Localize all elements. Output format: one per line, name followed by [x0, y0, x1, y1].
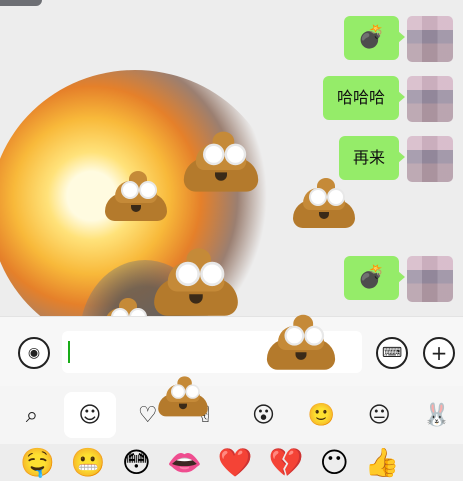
- emoji-item[interactable]: ❤️: [218, 446, 253, 479]
- voice-icon: ◉: [27, 345, 41, 361]
- emoji-item[interactable]: 💔: [269, 446, 304, 479]
- tab-more-stickers[interactable]: 🐰: [411, 392, 463, 438]
- tab-gesture-stickers[interactable]: ✌: [180, 392, 232, 438]
- keyboard-icon: ⌨: [381, 345, 403, 361]
- emoji-item[interactable]: 👄: [167, 446, 202, 479]
- voice-button[interactable]: ◉: [18, 337, 50, 369]
- poop-sticker: [105, 165, 167, 221]
- keyboard-button[interactable]: ⌨: [376, 337, 408, 369]
- tab-pack-stickers[interactable]: 😐: [353, 392, 405, 438]
- tab-search[interactable]: ⌕: [6, 392, 58, 438]
- message-bubble[interactable]: 哈哈哈: [322, 76, 406, 120]
- emoji-item[interactable]: 😶: [320, 446, 349, 479]
- mascot-sticker-icon: 🙂: [307, 402, 336, 428]
- emoji-panel-tabs: ⌕ ☺ ♡ ✌ 😮 🙂 😐 🐰: [0, 376, 463, 444]
- text-caret: [68, 341, 70, 363]
- avatar[interactable]: [407, 136, 453, 182]
- emoji-item[interactable]: 👍: [365, 446, 400, 479]
- plus-icon: +: [430, 341, 448, 365]
- emoji-item[interactable]: 😬: [71, 446, 106, 479]
- chat-area: 💣 哈哈哈 再来 💣: [0, 0, 463, 316]
- input-bar: ◉ ⌨ +: [0, 314, 463, 387]
- bomb-icon: 💣: [357, 25, 385, 50]
- message-input[interactable]: [62, 331, 362, 373]
- tab-emoji[interactable]: ☺: [63, 392, 116, 438]
- tab-favorites[interactable]: ♡: [122, 392, 174, 438]
- bomb-icon: 💣: [357, 265, 385, 290]
- add-button[interactable]: +: [423, 337, 455, 369]
- more-sticker-icon: 🐰: [423, 402, 451, 428]
- search-icon: ⌕: [25, 402, 39, 428]
- avatar[interactable]: [407, 16, 453, 62]
- heart-icon: ♡: [137, 402, 158, 428]
- emoji-item[interactable]: 🤤: [20, 446, 55, 479]
- poop-sticker: [154, 240, 238, 316]
- message-bubble[interactable]: 再来: [338, 136, 406, 180]
- smiley-sticker-icon: 😮: [251, 402, 275, 428]
- tab-mascot-stickers[interactable]: 🙂: [295, 392, 347, 438]
- smoke-effect: [80, 260, 210, 316]
- message-text: 再来: [352, 148, 385, 167]
- avatar[interactable]: [407, 256, 453, 302]
- message-row-4: 💣: [343, 256, 453, 302]
- avatar[interactable]: [407, 76, 453, 122]
- message-row-2: 哈哈哈: [322, 76, 453, 122]
- message-row-1: 💣: [343, 16, 453, 62]
- message-bubble[interactable]: 💣: [343, 256, 406, 300]
- tab-smiley-stickers[interactable]: 😮: [238, 392, 290, 438]
- emoji-item[interactable]: 😳: [122, 446, 151, 479]
- message-bubble[interactable]: 💣: [343, 16, 406, 60]
- poop-sticker: [95, 292, 157, 316]
- emoji-row: 🤤 😬 😳 👄 ❤️ 💔 😶 👍: [0, 444, 463, 481]
- avatar: [0, 0, 42, 6]
- message-text: 哈哈哈: [336, 88, 385, 107]
- emoji-icon: ☺: [78, 402, 102, 428]
- poop-sticker: [183, 124, 259, 192]
- explosion-effect: [0, 70, 280, 316]
- message-row-3: 再来: [338, 136, 453, 182]
- pack-sticker-icon: 😐: [367, 402, 391, 428]
- peace-hand-icon: ✌: [196, 402, 215, 428]
